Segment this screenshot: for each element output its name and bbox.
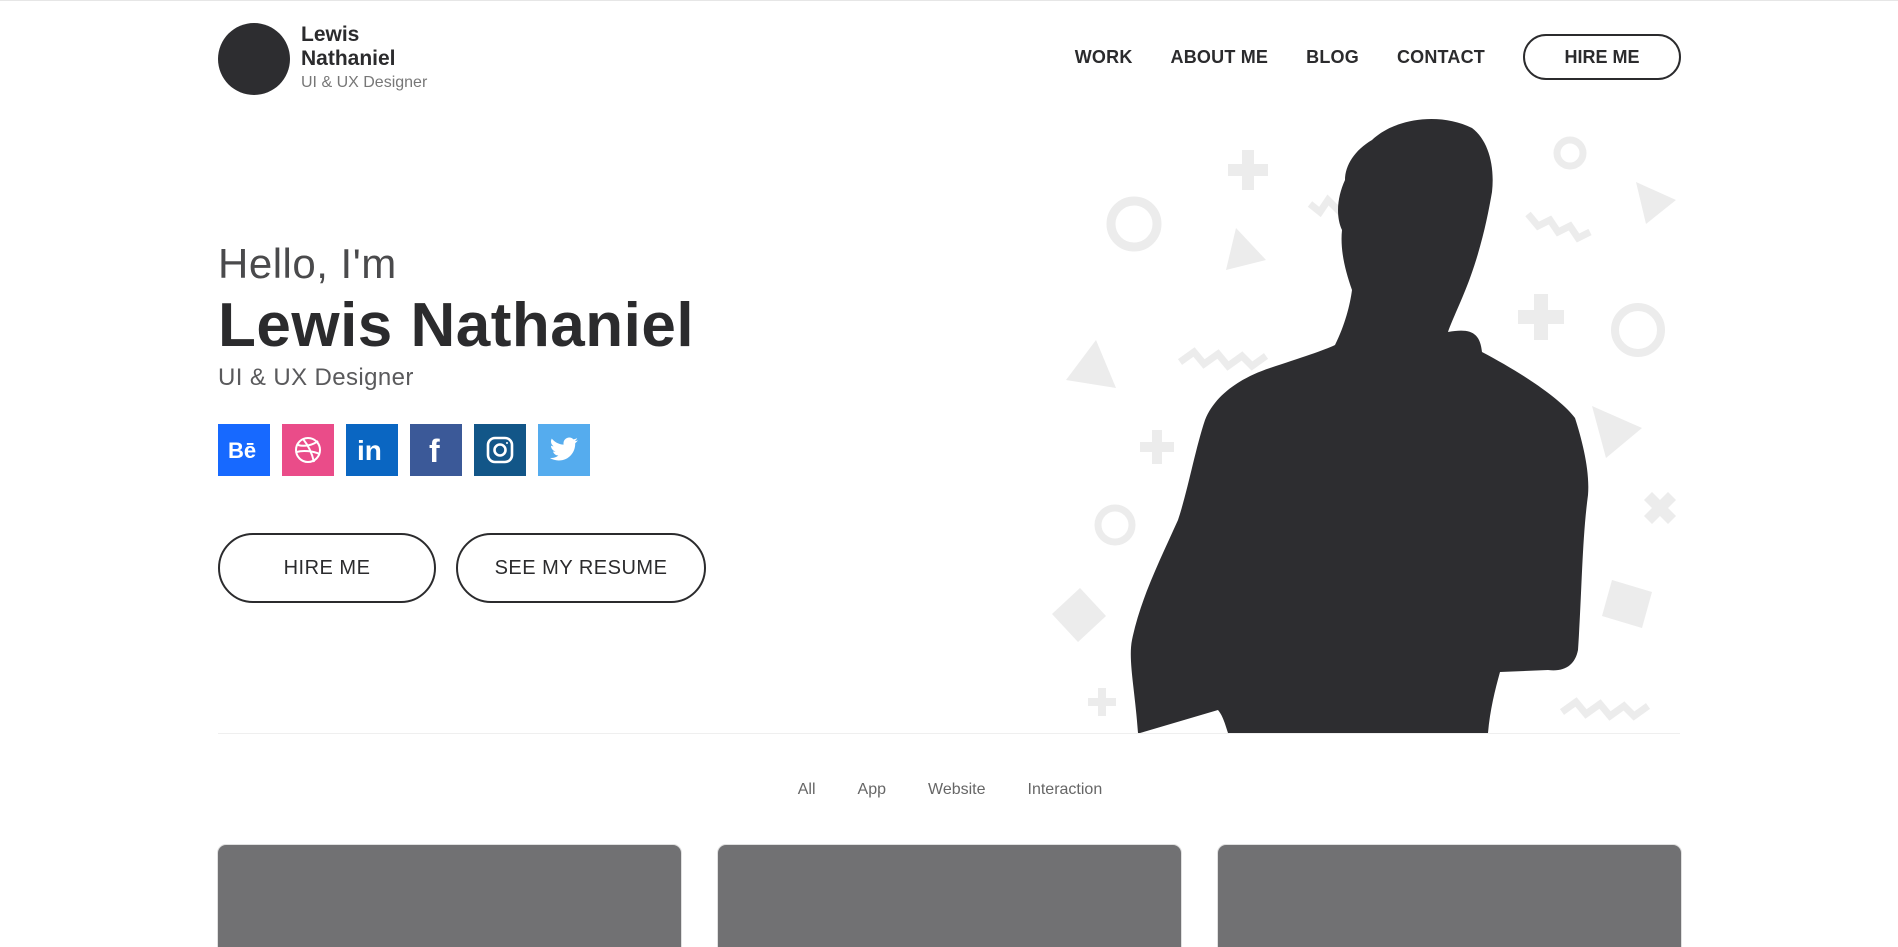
brand-name: Lewis Nathaniel xyxy=(301,23,396,70)
svg-text:Bē: Bē xyxy=(228,438,256,463)
behance-icon[interactable]: Bē xyxy=(218,424,270,476)
nav-about-me[interactable]: ABOUT ME xyxy=(1171,47,1269,68)
nav-contact[interactable]: CONTACT xyxy=(1397,47,1485,68)
twitter-icon[interactable] xyxy=(538,424,590,476)
brand[interactable]: Lewis Nathaniel UI & UX Designer xyxy=(218,23,427,95)
avatar xyxy=(218,23,290,95)
svg-text:f: f xyxy=(429,434,440,466)
main-nav: WORK ABOUT ME BLOG CONTACT HIRE ME xyxy=(1075,34,1681,80)
see-resume-button[interactable]: SEE MY RESUME xyxy=(456,533,706,603)
hero-actions: HIRE ME SEE MY RESUME xyxy=(218,533,706,603)
hire-me-button[interactable]: HIRE ME xyxy=(218,533,436,603)
portfolio-card[interactable] xyxy=(1218,845,1681,947)
filter-app[interactable]: App xyxy=(858,781,886,799)
nav-blog[interactable]: BLOG xyxy=(1306,47,1359,68)
hero-greeting: Hello, I'm xyxy=(218,240,397,287)
section-divider xyxy=(218,733,1680,734)
portfolio-card[interactable] xyxy=(218,845,681,947)
person-silhouette xyxy=(1130,118,1589,733)
portfolio-filters: All App Website Interaction xyxy=(0,781,1898,799)
social-links: Bē in f xyxy=(218,424,602,476)
brand-role: UI & UX Designer xyxy=(301,74,428,91)
hero-role: UI & UX Designer xyxy=(218,364,414,391)
top-border xyxy=(0,0,1898,1)
linkedin-icon[interactable]: in xyxy=(346,424,398,476)
dribbble-icon[interactable] xyxy=(282,424,334,476)
nav-work[interactable]: WORK xyxy=(1075,47,1133,68)
filter-interaction[interactable]: Interaction xyxy=(1028,781,1103,799)
brand-text: Lewis Nathaniel UI & UX Designer xyxy=(301,23,427,92)
nav-hire-me-button[interactable]: HIRE ME xyxy=(1523,34,1681,80)
hero-name: Lewis Nathaniel xyxy=(218,291,695,360)
facebook-icon[interactable]: f xyxy=(410,424,462,476)
filter-website[interactable]: Website xyxy=(928,781,986,799)
svg-text:in: in xyxy=(357,435,382,465)
filter-all[interactable]: All xyxy=(798,781,816,799)
portfolio-card[interactable] xyxy=(718,845,1181,947)
portfolio-grid xyxy=(218,845,1681,947)
hero-illustration xyxy=(1052,118,1676,733)
instagram-icon[interactable] xyxy=(474,424,526,476)
